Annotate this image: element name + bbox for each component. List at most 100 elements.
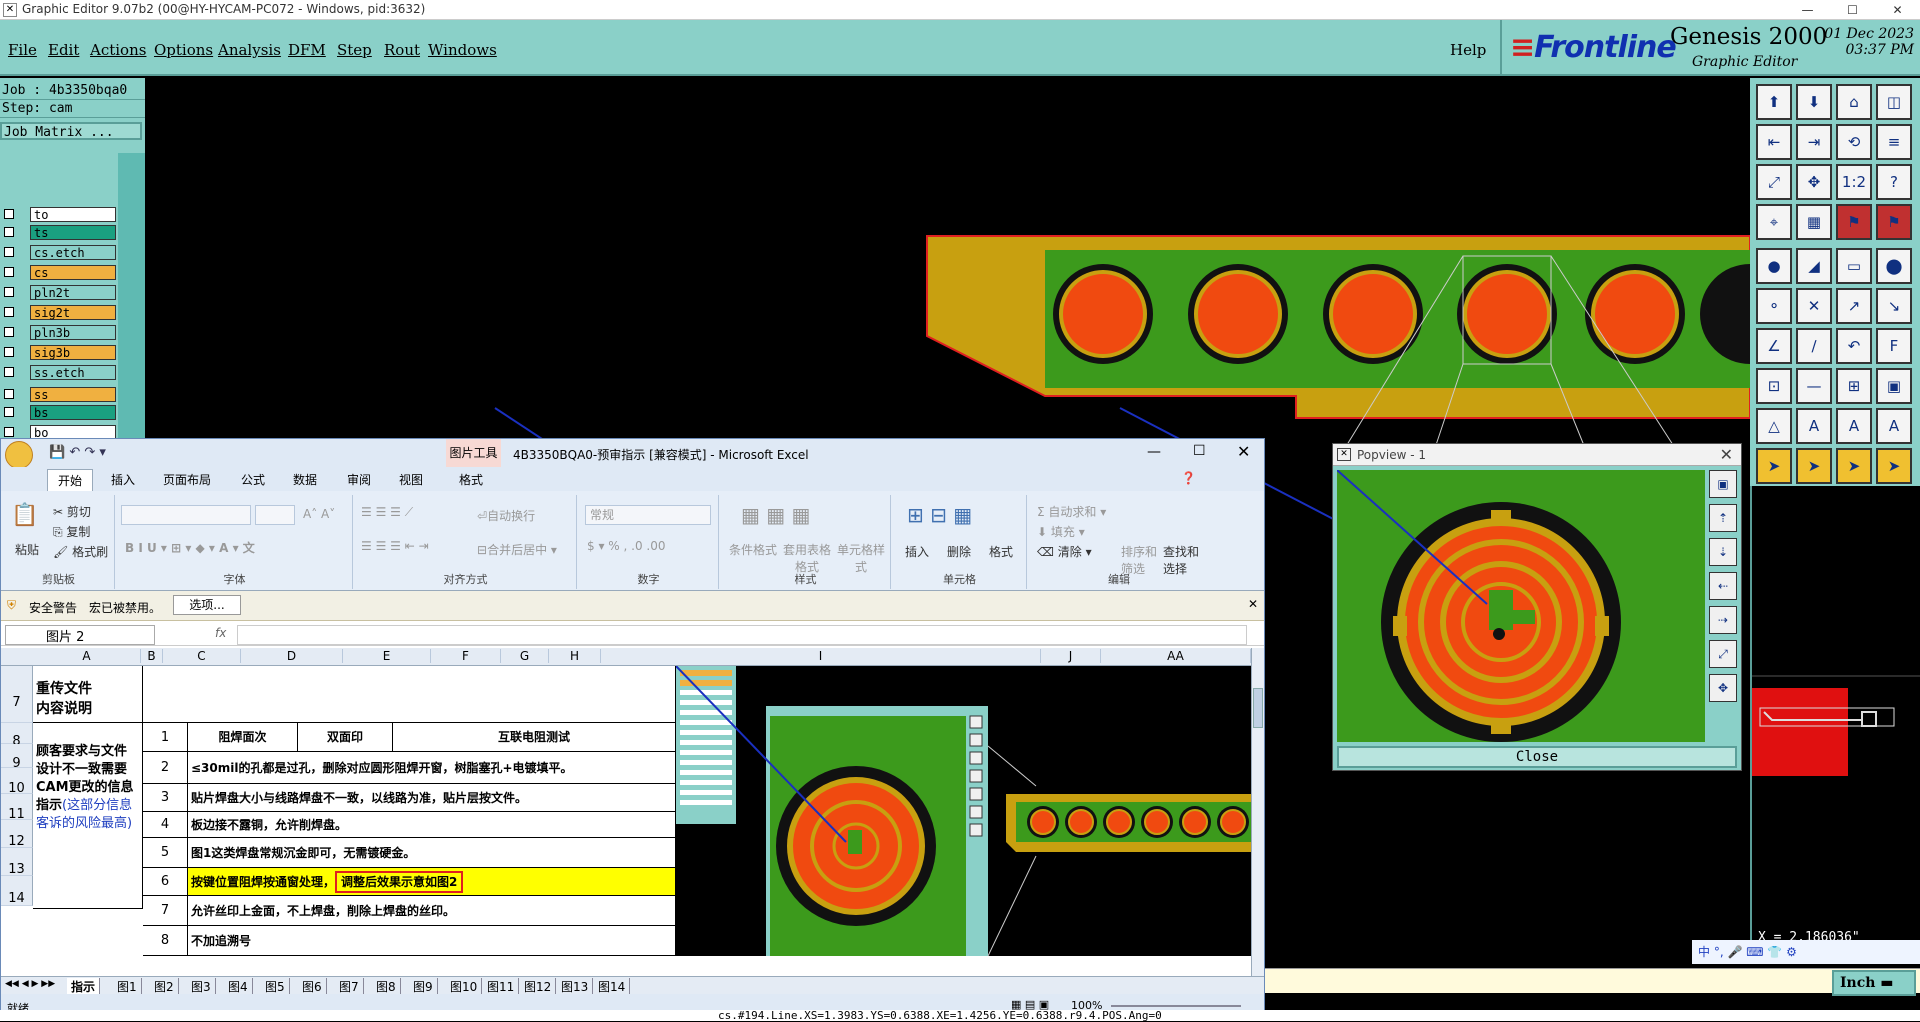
column-header[interactable]: E — [343, 649, 431, 663]
delete-cells-button[interactable]: 删除 — [947, 543, 971, 560]
tool-button[interactable]: ? — [1876, 164, 1912, 200]
row-header[interactable]: 10 — [1, 768, 33, 796]
layer-name[interactable]: sig3b — [30, 345, 116, 360]
item-number[interactable]: 7 — [143, 896, 188, 926]
sheet-tab[interactable]: 指示 — [67, 978, 101, 995]
excel-close[interactable]: ✕ — [1237, 442, 1250, 461]
tool-button[interactable]: ∕ — [1796, 328, 1832, 364]
tool-button[interactable]: ⚬ — [1756, 288, 1792, 324]
format-cells-button[interactable]: 格式 — [989, 543, 1013, 560]
tool-button[interactable]: A — [1796, 408, 1832, 444]
tool-button[interactable]: ◫ — [1876, 84, 1912, 120]
row-header[interactable]: 13 — [1, 848, 33, 877]
layer-checkbox[interactable] — [4, 287, 14, 297]
layer-checkbox[interactable] — [4, 227, 14, 237]
item-text[interactable]: 不加追溯号 — [188, 926, 676, 956]
item-number[interactable]: 6 — [143, 868, 188, 896]
popview-tool-2[interactable]: ⇡ — [1709, 504, 1737, 532]
tool-button[interactable]: ✕ — [1796, 288, 1832, 324]
ime-toolbar[interactable]: 中 °, 🎤 ⌨ 👕 ⚙ — [1692, 940, 1920, 964]
layer-name[interactable]: to — [30, 207, 116, 222]
tab-view[interactable]: 视图 — [399, 471, 423, 488]
layer-checkbox[interactable] — [4, 367, 14, 377]
job-matrix-button[interactable]: Job Matrix ... — [0, 122, 142, 140]
column-header[interactable]: I — [601, 649, 1041, 663]
formula-input[interactable] — [237, 625, 1247, 645]
cut-button[interactable]: ✂ 剪切 — [53, 503, 91, 520]
row-header[interactable]: 14 — [1, 876, 33, 906]
item-text[interactable]: 允许丝印上金面，不上焊盘，削除上焊盘的丝印。 — [188, 896, 676, 926]
layer-name[interactable]: pln2t — [30, 285, 116, 300]
paste-button[interactable]: 粘贴 — [15, 541, 39, 558]
tool-button[interactable]: 1:2 — [1836, 164, 1872, 200]
menu-edit[interactable]: Edit — [48, 41, 79, 59]
tool-button[interactable]: ⇤ — [1756, 124, 1792, 160]
layer-name[interactable]: cs — [30, 265, 116, 280]
tab-review[interactable]: 审阅 — [347, 471, 371, 488]
popview-tool-3[interactable]: ⇣ — [1709, 538, 1737, 566]
tool-button[interactable]: ➤ — [1796, 448, 1832, 484]
cell-requirements[interactable]: 顾客要求与文件设计不一致需要CAM更改的信息指示(这部分信息客诉的风险最高) — [33, 723, 143, 909]
menu-actions[interactable]: Actions — [90, 41, 146, 59]
tool-button[interactable]: ▭ — [1836, 248, 1872, 284]
layer-checkbox[interactable] — [4, 347, 14, 357]
embedded-picture[interactable] — [676, 666, 1251, 956]
tool-button[interactable]: ⚑ — [1836, 204, 1872, 240]
format-buttons[interactable]: B I U ▾ ⊞ ▾ ◆ ▾ A ▾ 文 — [125, 539, 255, 556]
layer-row[interactable]: ts — [0, 224, 118, 241]
number-buttons[interactable]: $ ▾ % , .0 .00 — [587, 539, 665, 553]
column-header[interactable]: F — [431, 649, 501, 663]
fill-button[interactable]: ⬇ 填充 ▾ — [1037, 523, 1085, 540]
menu-rout[interactable]: Rout — [384, 41, 420, 59]
cell-a7[interactable]: 重传文件 内容说明 — [33, 666, 143, 723]
layer-row[interactable]: cs.etch — [0, 244, 118, 261]
sheet-tab[interactable]: 图14 — [594, 978, 631, 995]
header-double-print[interactable]: 双面印 — [298, 723, 393, 752]
security-close-icon[interactable]: ✕ — [1248, 597, 1258, 611]
tool-button[interactable]: ≡ — [1876, 124, 1912, 160]
item-number[interactable]: 3 — [143, 784, 188, 812]
column-header[interactable]: B — [141, 649, 163, 663]
sheet-tab[interactable]: 图4 — [224, 978, 253, 995]
tool-button[interactable]: ↗ — [1836, 288, 1872, 324]
layer-checkbox[interactable] — [4, 407, 14, 417]
item-number[interactable]: 2 — [143, 752, 188, 784]
item-number[interactable]: 8 — [143, 926, 188, 956]
tool-button[interactable]: — — [1796, 368, 1832, 404]
popview-close-icon[interactable]: ✕ — [1720, 445, 1733, 464]
font-grow-shrink[interactable]: A˄ A˅ — [303, 507, 335, 521]
clear-button[interactable]: ⌫ 清除 ▾ — [1037, 543, 1092, 560]
sheet-tab[interactable]: 图13 — [557, 978, 594, 995]
tab-data[interactable]: 数据 — [293, 471, 317, 488]
sheet-tab[interactable]: 图11 — [483, 978, 520, 995]
layer-name[interactable]: ts — [30, 225, 116, 240]
layer-row[interactable]: sig2t — [0, 304, 118, 321]
tab-home[interactable]: 开始 — [47, 469, 94, 491]
menu-windows[interactable]: Windows — [428, 41, 497, 59]
name-box[interactable]: 图片 2 — [5, 625, 155, 645]
tool-button[interactable]: A — [1876, 408, 1912, 444]
sheet-tab[interactable]: 图12 — [520, 978, 557, 995]
units-button[interactable]: Inch ▬ — [1832, 970, 1916, 996]
zoom-slider[interactable] — [1111, 1005, 1241, 1007]
tool-button[interactable]: ⌂ — [1836, 84, 1872, 120]
tool-button[interactable]: ⚑ — [1876, 204, 1912, 240]
layer-row[interactable]: to — [0, 206, 118, 223]
tool-button[interactable]: ↘ — [1876, 288, 1912, 324]
sheet-tab[interactable]: 图6 — [298, 978, 327, 995]
tool-button[interactable]: ⊡ — [1756, 368, 1792, 404]
tool-button[interactable]: △ — [1756, 408, 1792, 444]
layer-name[interactable]: ss.etch — [30, 365, 116, 380]
fx-icon[interactable]: fx — [215, 626, 226, 640]
merge-center-button[interactable]: ⊟合并后居中 ▾ — [477, 541, 557, 558]
menu-file[interactable]: File — [8, 41, 37, 59]
maximize-button[interactable]: ☐ — [1830, 0, 1875, 20]
column-header[interactable]: G — [501, 649, 549, 663]
tool-button[interactable]: ⬆ — [1756, 84, 1792, 120]
sheet-tab[interactable]: 图5 — [261, 978, 290, 995]
insert-cells-button[interactable]: 插入 — [905, 543, 929, 560]
item-text[interactable]: 图1这类焊盘常规沉金即可，无需镀硬金。 — [188, 838, 676, 868]
excel-minimize[interactable]: — — [1147, 444, 1161, 460]
conditional-format-button[interactable]: 条件格式 — [727, 541, 779, 558]
tool-button[interactable]: ▣ — [1876, 368, 1912, 404]
